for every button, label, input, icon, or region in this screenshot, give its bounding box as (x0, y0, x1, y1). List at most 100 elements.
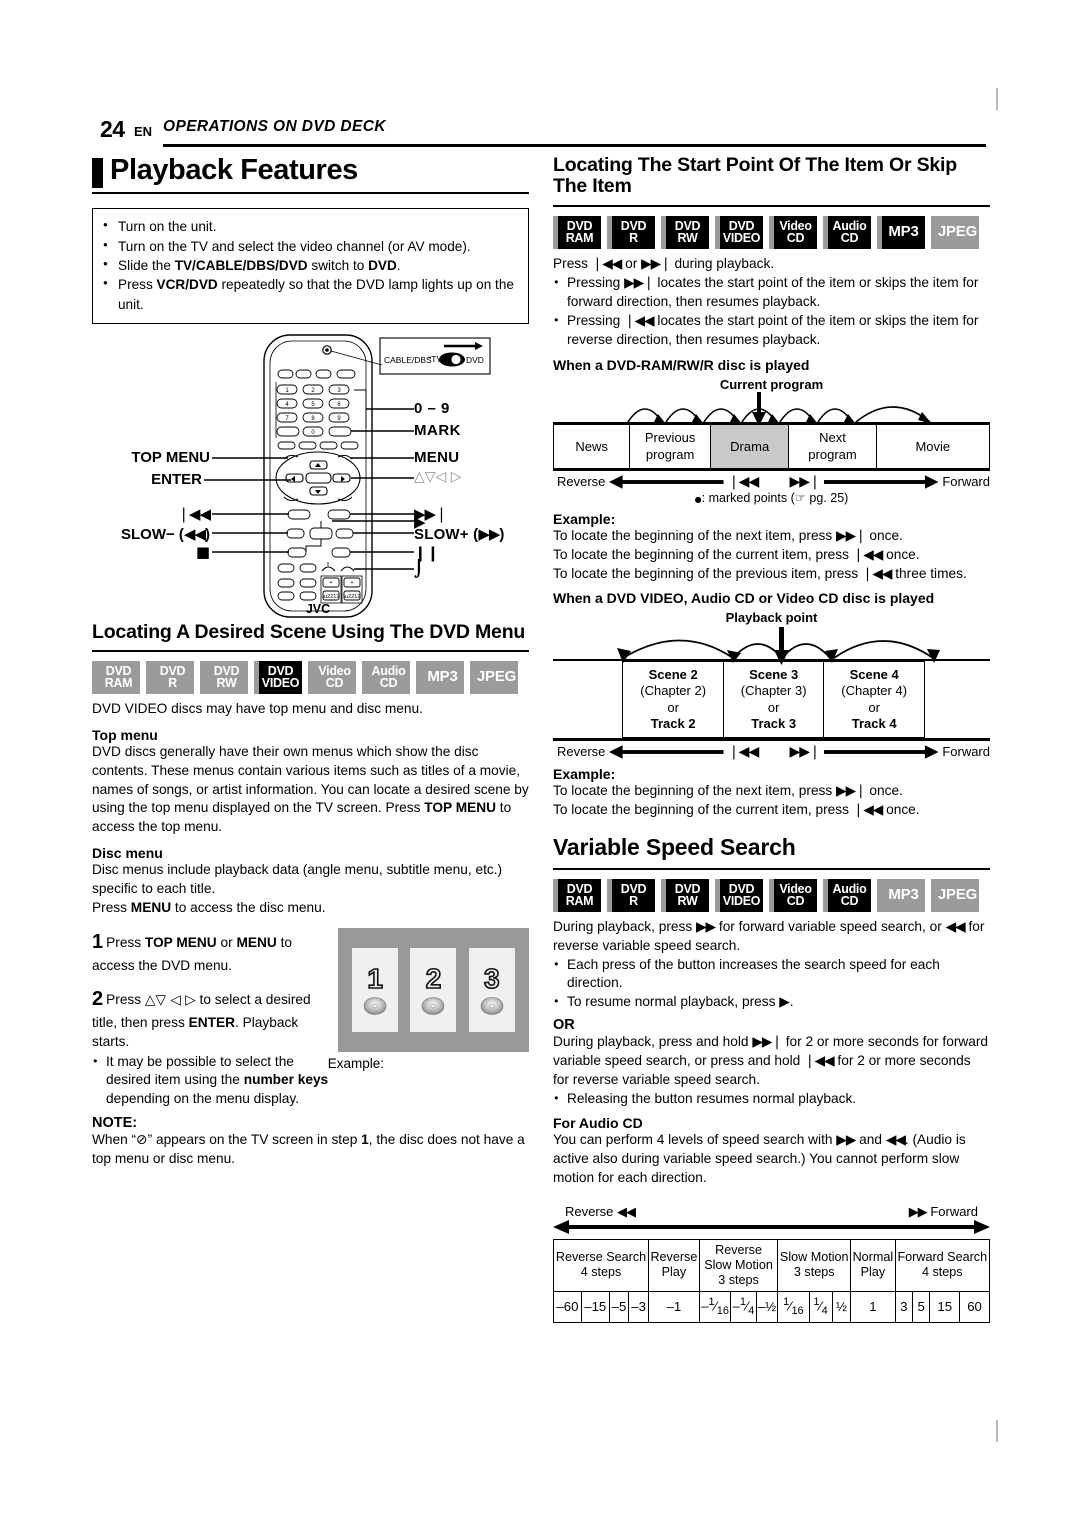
scene-chapter: (Chapter 2) (640, 683, 707, 699)
speed-value: –5 (608, 1290, 630, 1324)
scene-track: Track 2 (650, 715, 696, 731)
badge-dvd-video: DVD VIDEO (715, 215, 763, 249)
list-item: To resume normal playback, press ▶. (553, 993, 990, 1012)
preparation-box: Turn on the unit. Turn on the TV and sel… (92, 208, 529, 324)
badge-dvd-rw: DVD RW (200, 660, 248, 694)
scene-chapter: (Chapter 3) (740, 683, 807, 699)
reverse-arrow-icon (609, 475, 724, 489)
badge-row-vss: DVD RAM DVD R DVD RW DVD VIDEO Video CD Audio… (553, 878, 990, 912)
remote-label-0-9: 0 – 9 (414, 399, 450, 417)
example-line: To locate the beginning of the current i… (553, 546, 920, 563)
ram-played-heading: When a DVD-RAM/RW/R disc is played (553, 357, 810, 374)
badge-row-dvd-menu: DVD RAM DVD R DVD RW DVD VIDEO Video CD Audio… (92, 660, 529, 694)
remote-label-slow-minus: SLOW− (◀◀) (121, 524, 210, 543)
forward-arrow-icon (823, 475, 939, 489)
header-rule (163, 144, 986, 147)
page-header: 24 EN OPERATIONS ON DVD DECK (100, 116, 986, 148)
speed-double-arrow-icon (553, 1219, 990, 1234)
playback-point-caption: Playback point (725, 609, 818, 625)
audio-cd-heading: For Audio CD (553, 1114, 643, 1131)
badge-dvd-r: DVD R (146, 660, 194, 694)
group-slow-motion: Slow Motion 3 steps (777, 1238, 852, 1292)
table-row: News Previous program Drama Next program M… (552, 424, 991, 469)
ram-direction-bar: Reverse ❘◀◀ ▶▶❘ Forward (553, 474, 990, 490)
skip-back-symbol: ❘◀◀ (727, 743, 759, 760)
menu-thumb-number: 1 (367, 962, 384, 994)
speed-value: 1 (850, 1290, 896, 1324)
list-item: Pressing ❘◀◀ locates the start point of … (553, 312, 990, 350)
vss-rule (553, 867, 990, 870)
or-bullets: Releasing the button resumes normal play… (553, 1090, 990, 1109)
badge-video-cd: Video CD (308, 660, 356, 694)
top-menu-heading: Top menu (92, 726, 158, 743)
menu-thumb: 3 (468, 948, 515, 1033)
crop-mark-bottom (996, 1420, 998, 1442)
note-body: When “⊘” appears on the TV screen in ste… (92, 1132, 525, 1167)
page-title: Playback Features (92, 155, 529, 189)
ram-flow-diagram: Current program News Previous program Dr… (552, 377, 991, 505)
step-1: 1 Press TOP MENU or MENU to access the DV… (92, 931, 292, 974)
dvd-menu-rule (92, 650, 529, 652)
or-body: During playback, press and hold ▶▶❘ for … (553, 1034, 989, 1088)
scene-table: Scene 2 (Chapter 2) or Track 2 Scene 3 (… (553, 661, 990, 739)
remote-label-menu: MENU (414, 448, 460, 466)
scene-flow-diagram: Playback point Scene 2 (Chapter 2) or Tr… (553, 610, 990, 760)
remote-label-arrows: △▽◁ ▷ (414, 468, 462, 485)
badge-dvd-video: DVD VIDEO (254, 660, 302, 694)
vss-heading: Variable Speed Search (553, 834, 796, 861)
group-forward-search: Forward Search 4 steps (894, 1238, 991, 1292)
example-line: To locate the beginning of the next item… (553, 527, 903, 544)
speed-forward-label: ▶▶ Forward (908, 1203, 978, 1220)
speed-value: 1⁄16 (777, 1290, 810, 1324)
list-item: Releasing the button resumes normal play… (553, 1090, 990, 1109)
table-row: –60 –15 –5 –3 –1 –1⁄16 –1⁄4 –½ 1⁄16 1⁄4 … (553, 1290, 990, 1324)
reverse-label: Reverse (557, 744, 606, 760)
skip-forward-symbol: ▶▶❘ (789, 473, 821, 490)
menu-thumb: 1 (352, 948, 399, 1033)
dvd-menu-intro: DVD VIDEO discs may have top menu and di… (92, 700, 423, 716)
scene-or: or (767, 699, 780, 715)
or-heading: OR (553, 1017, 575, 1034)
title-rule (92, 192, 529, 195)
skip-forward-symbol: ▶▶❘ (789, 743, 821, 760)
vss-intro: During playback, press ▶▶ for forward va… (553, 918, 985, 953)
dvd-menu-heading: Locating A Desired Scene Using The DVD M… (92, 620, 526, 643)
left-column: Playback Features Turn on the unit. Turn… (92, 155, 529, 1169)
example-line: To locate the beginning of the next item… (553, 782, 903, 799)
locating-intro: Press ❘◀◀ or ▶▶❘ during playback. (553, 255, 775, 272)
speed-reverse-label: Reverse ◀◀ (565, 1203, 636, 1220)
steps-and-example: 1 Press TOP MENU or MENU to access the DV… (92, 928, 529, 1109)
vss-bullets: Each press of the button increases the s… (553, 956, 990, 1013)
speed-value: –60 (553, 1290, 582, 1324)
locating-bullets: Pressing ▶▶❘ locates the start point of … (553, 274, 990, 350)
badge-mp3: MP3 (877, 215, 925, 249)
scene-name: Scene 2 (648, 667, 698, 683)
badge-video-cd: Video CD (769, 878, 817, 912)
crop-mark-top (996, 88, 998, 110)
table-row: Scene 2 (Chapter 2) or Track 2 Scene 3 (… (553, 661, 990, 739)
top-menu-body: DVD discs generally have their own menus… (92, 743, 529, 835)
badge-dvd-rw: DVD RW (661, 878, 709, 912)
disc-menu-body: Disc menus include playback data (angle … (92, 862, 503, 897)
speed-value: –1⁄16 (698, 1290, 732, 1324)
disc-menu-heading: Disc menu (92, 845, 163, 862)
remote-label-slow-plus: SLOW+ (▶▶) (414, 524, 505, 543)
cell-scene-4: Scene 4 (Chapter 4) or Track 4 (823, 661, 925, 739)
table-row: Reverse Search 4 steps Reverse Play Revers… (553, 1238, 991, 1292)
list-item: Slide the TV/CABLE/DBS/DVD switch to DVD… (103, 256, 518, 275)
manual-page: 24 EN OPERATIONS ON DVD DECK Playback Fe… (0, 0, 1080, 1528)
badge-dvd-r: DVD R (607, 878, 655, 912)
step-1-number: 1 (92, 931, 104, 954)
list-item: Turn on the TV and select the video chan… (103, 237, 518, 256)
speed-value: 5 (911, 1290, 931, 1324)
menu-example-caption: Example: (327, 1056, 384, 1072)
remote-label-top-menu: TOP MENU (131, 448, 210, 466)
remote-label-stop: ■ (195, 542, 210, 561)
badge-jpeg: JPEG (931, 215, 979, 249)
section-title: OPERATIONS ON DVD DECK (163, 118, 386, 135)
scene-name: Scene 3 (749, 667, 799, 683)
reverse-arrow-icon (609, 744, 724, 759)
remote-label-open-close: ⌡ (414, 558, 424, 578)
speed-value: –1 (647, 1290, 700, 1324)
disc-icon (480, 996, 504, 1015)
